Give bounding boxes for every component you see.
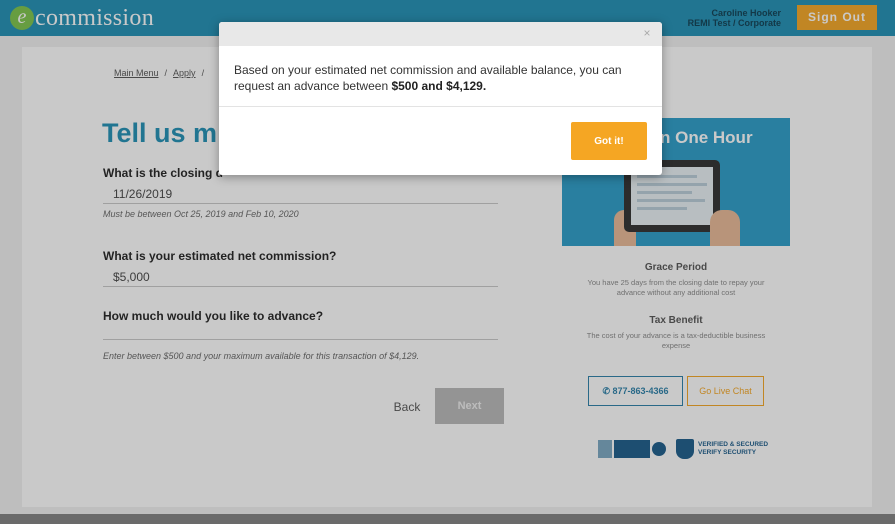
modal-message-range: $500 and $4,129. <box>391 79 487 93</box>
modal-divider <box>219 106 662 107</box>
footer-bar <box>0 514 895 524</box>
got-it-button[interactable]: Got it! <box>571 122 647 160</box>
modal-header: × <box>219 22 662 46</box>
advance-range-modal: × Based on your estimated net commission… <box>219 22 662 175</box>
close-icon[interactable]: × <box>640 26 654 40</box>
modal-message: Based on your estimated net commission a… <box>234 62 649 94</box>
